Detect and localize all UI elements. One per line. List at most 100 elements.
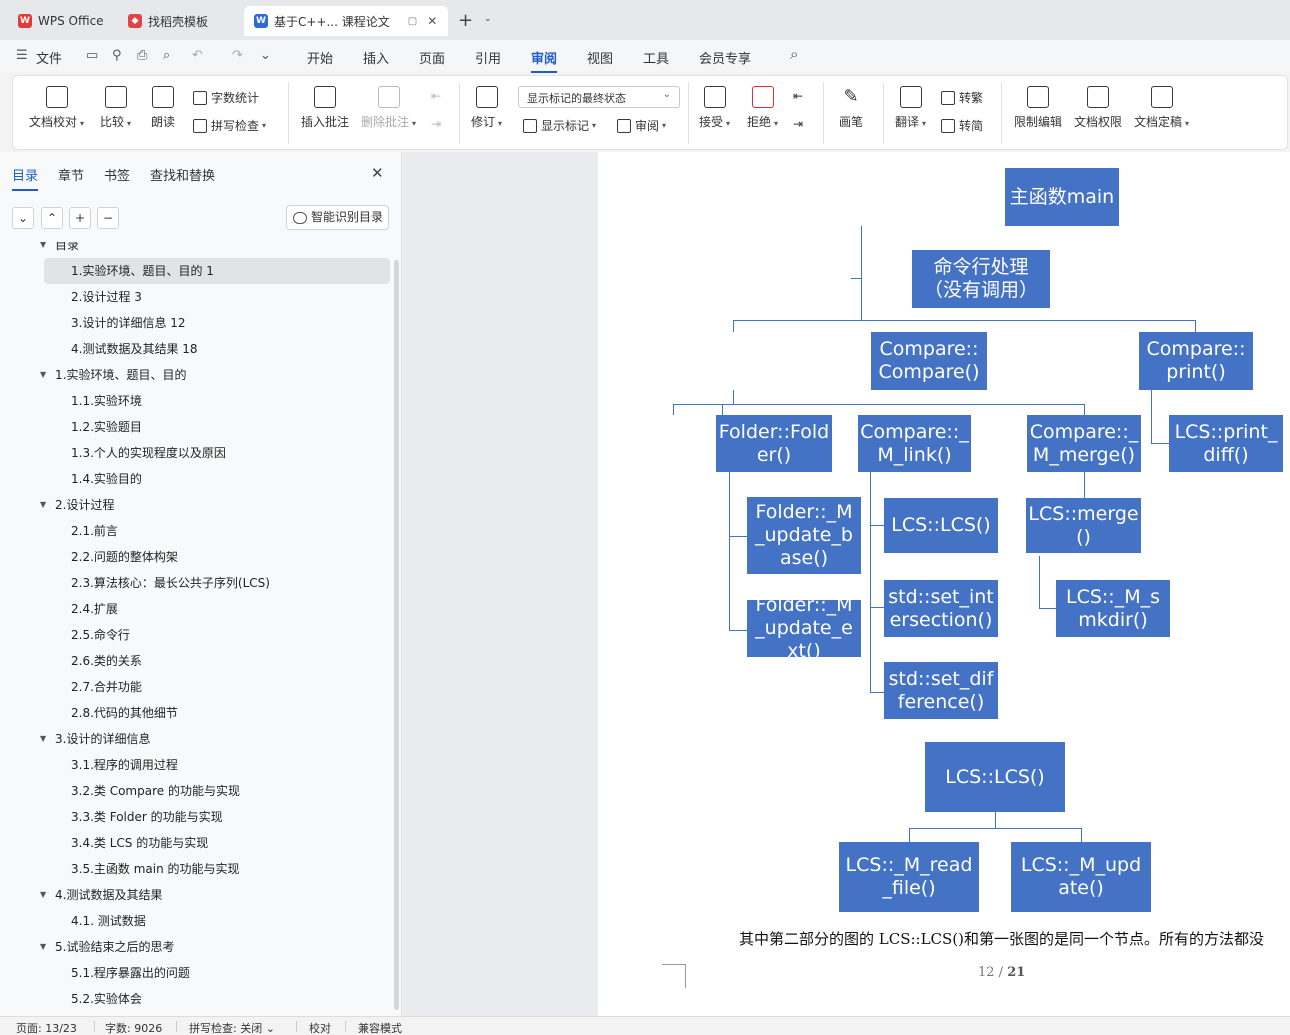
markup-state-select[interactable]: 显示标记的最终状态 ⌄ — [518, 86, 680, 108]
accept-button[interactable]: 接受 ▾ — [699, 86, 730, 130]
tab-find-replace[interactable]: 查找和替换 — [150, 165, 215, 184]
print-icon[interactable]: ⎙ — [137, 48, 147, 63]
toc-item[interactable]: 1.1.实验环境 — [44, 388, 390, 414]
word-count-button[interactable]: 字数统计 — [193, 89, 259, 106]
tab-chapters[interactable]: 章节 — [58, 165, 84, 184]
close-tab-icon[interactable]: ✕ — [427, 14, 437, 28]
more-icon[interactable]: ⌄ — [260, 48, 271, 63]
toc-item[interactable]: 3.5.主函数 main 的功能与实现 — [44, 856, 390, 882]
track-changes-button[interactable]: 修订 ▾ — [471, 86, 502, 130]
reject-button[interactable]: 拒绝 ▾ — [747, 86, 778, 130]
expand-arrow-icon[interactable]: ▼ — [40, 492, 46, 518]
toc-item[interactable]: ▼ 5.试验结束之后的思考 — [38, 934, 388, 960]
to-traditional-button[interactable]: 转繁 — [941, 89, 983, 106]
toc-item[interactable]: 1.3.个人的实现程度以及原因 — [44, 440, 390, 466]
toc-item[interactable]: 3.设计的详细信息 12 — [44, 310, 390, 336]
toc-item[interactable]: 2.2.问题的整体构架 — [44, 544, 390, 570]
insert-comment-button[interactable]: 插入批注 — [301, 86, 349, 130]
toc-item[interactable]: 1.4.实验目的 — [44, 466, 390, 492]
tab-document[interactable]: W 基于C++... 课程论文 ▢ ✕ — [244, 6, 448, 36]
toc-item[interactable]: ▼ 3.设计的详细信息 — [38, 726, 388, 752]
menu-member[interactable]: 会员专享 — [699, 48, 751, 67]
toc-item[interactable]: 2.3.算法核心：最长公共子序列(LCS) — [44, 570, 390, 596]
finalize-button[interactable]: 文档定稿 ▾ — [1134, 86, 1189, 130]
menu-view[interactable]: 视图 — [587, 48, 613, 67]
to-simplified-button[interactable]: 转简 — [941, 117, 983, 134]
expand-arrow-icon[interactable]: ▼ — [40, 882, 46, 908]
remove-icon[interactable]: − — [97, 207, 119, 229]
search-icon[interactable]: ⌕ — [790, 45, 798, 63]
toc-item[interactable]: ▼ 2.设计过程 — [38, 492, 388, 518]
show-markup-button[interactable]: 显示标记 ▾ — [523, 117, 596, 134]
delete-comment-button[interactable]: 删除批注 ▾ — [361, 86, 416, 130]
expand-arrow-icon[interactable]: ▼ — [40, 726, 46, 752]
tab-toc[interactable]: 目录 — [12, 165, 39, 191]
restrict-edit-button[interactable]: 限制编辑 — [1014, 86, 1062, 130]
chevron-down-icon[interactable]: ⌄ — [484, 14, 492, 24]
menu-insert[interactable]: 插入 — [363, 48, 389, 67]
translate-button[interactable]: 翻译 ▾ — [895, 86, 926, 130]
move-up-icon[interactable]: ⌃ — [41, 207, 63, 229]
toc-item[interactable]: 4.1. 测试数据 — [44, 908, 390, 934]
window-icon[interactable]: ▢ — [408, 16, 417, 27]
menu-tools[interactable]: 工具 — [643, 48, 669, 67]
next-change-icon[interactable]: ⇥ — [793, 117, 803, 131]
toc-item[interactable]: 3.3.类 Folder 的功能与实现 — [44, 804, 390, 830]
tab-wps-office[interactable]: W WPS Office — [8, 6, 114, 36]
menu-file[interactable]: 文件 — [36, 48, 62, 67]
spell-check-status[interactable]: 拼写检查: 关闭 ⌄ — [189, 1020, 275, 1035]
tab-docer[interactable]: ◆ 找稻壳模板 — [118, 6, 238, 36]
expand-arrow-icon[interactable]: ▼ — [40, 934, 46, 960]
menu-start[interactable]: 开始 — [307, 48, 333, 67]
pen-button[interactable]: ✎ 画笔 — [839, 86, 863, 130]
doc-permission-button[interactable]: 文档权限 — [1074, 86, 1122, 130]
tab-bookmarks[interactable]: 书签 — [104, 165, 130, 184]
menu-reference[interactable]: 引用 — [475, 48, 501, 67]
toc-item[interactable]: ▼ 目录 — [38, 242, 388, 258]
toc-item[interactable]: 1.实验环境、题目、目的 1 — [44, 258, 390, 284]
collapse-icon[interactable]: ⌄ — [12, 207, 34, 229]
print-preview-icon[interactable]: ⌕ — [163, 48, 170, 63]
spell-check-button[interactable]: 拼写检查 ▾ — [193, 117, 266, 134]
redo-icon[interactable]: ↷ — [232, 48, 243, 63]
toc-item[interactable]: 2.8.代码的其他细节 — [44, 700, 390, 726]
toc-item[interactable]: 5.2.实验体会 — [44, 986, 390, 1012]
toc-item[interactable]: ▼ 4.测试数据及其结果 — [38, 882, 388, 908]
toc-item[interactable]: 2.设计过程 3 — [44, 284, 390, 310]
add-icon[interactable]: + — [69, 207, 91, 229]
menu-page[interactable]: 页面 — [419, 48, 445, 67]
undo-icon[interactable]: ↶ — [192, 48, 203, 63]
toc-item[interactable]: 2.7.合并功能 — [44, 674, 390, 700]
expand-arrow-icon[interactable]: ▼ — [40, 362, 46, 388]
hamburger-icon[interactable]: ☰ — [16, 48, 28, 63]
proofread-status[interactable]: 校对 — [309, 1020, 331, 1035]
review-pane-button[interactable]: 审阅 ▾ — [617, 117, 666, 134]
close-icon[interactable]: ✕ — [371, 164, 384, 182]
word-count[interactable]: 字数: 9026 — [105, 1020, 162, 1035]
toc-item[interactable]: 3.2.类 Compare 的功能与实现 — [44, 778, 390, 804]
link-icon[interactable]: ⚲ — [112, 48, 122, 63]
toc-item[interactable]: 2.5.命令行 — [44, 622, 390, 648]
scrollbar[interactable] — [394, 260, 399, 1010]
toc-item[interactable]: 3.4.类 LCS 的功能与实现 — [44, 830, 390, 856]
toc-item[interactable]: 5.1.程序暴露出的问题 — [44, 960, 390, 986]
toc-item[interactable]: 2.6.类的关系 — [44, 648, 390, 674]
toc-item[interactable]: 1.2.实验题目 — [44, 414, 390, 440]
save-icon[interactable]: ▭ — [86, 48, 98, 63]
toc-item[interactable]: 4.测试数据及其结果 18 — [44, 336, 390, 362]
expand-arrow-icon[interactable]: ▼ — [40, 242, 46, 258]
toc-item[interactable]: 3.1.程序的调用过程 — [44, 752, 390, 778]
doc-check-button[interactable]: 文档校对 ▾ — [29, 86, 84, 130]
toc-item[interactable]: 2.1.前言 — [44, 518, 390, 544]
prev-change-icon[interactable]: ⇤ — [793, 89, 803, 103]
toc-item[interactable]: ▼ 1.实验环境、题目、目的 — [38, 362, 388, 388]
menu-review[interactable]: 审阅 — [531, 48, 558, 73]
toc-item[interactable]: 2.4.扩展 — [44, 596, 390, 622]
next-comment-icon[interactable]: ⇥ — [431, 117, 441, 131]
page-indicator[interactable]: 页面: 13/23 — [16, 1020, 77, 1035]
new-tab-button[interactable]: + — [458, 10, 473, 31]
smart-toc-button[interactable]: 智能识别目录 — [286, 205, 389, 230]
prev-comment-icon[interactable]: ⇤ — [431, 89, 441, 103]
compare-button[interactable]: 比较 ▾ — [100, 86, 131, 130]
read-aloud-button[interactable]: 朗读 — [151, 86, 175, 130]
